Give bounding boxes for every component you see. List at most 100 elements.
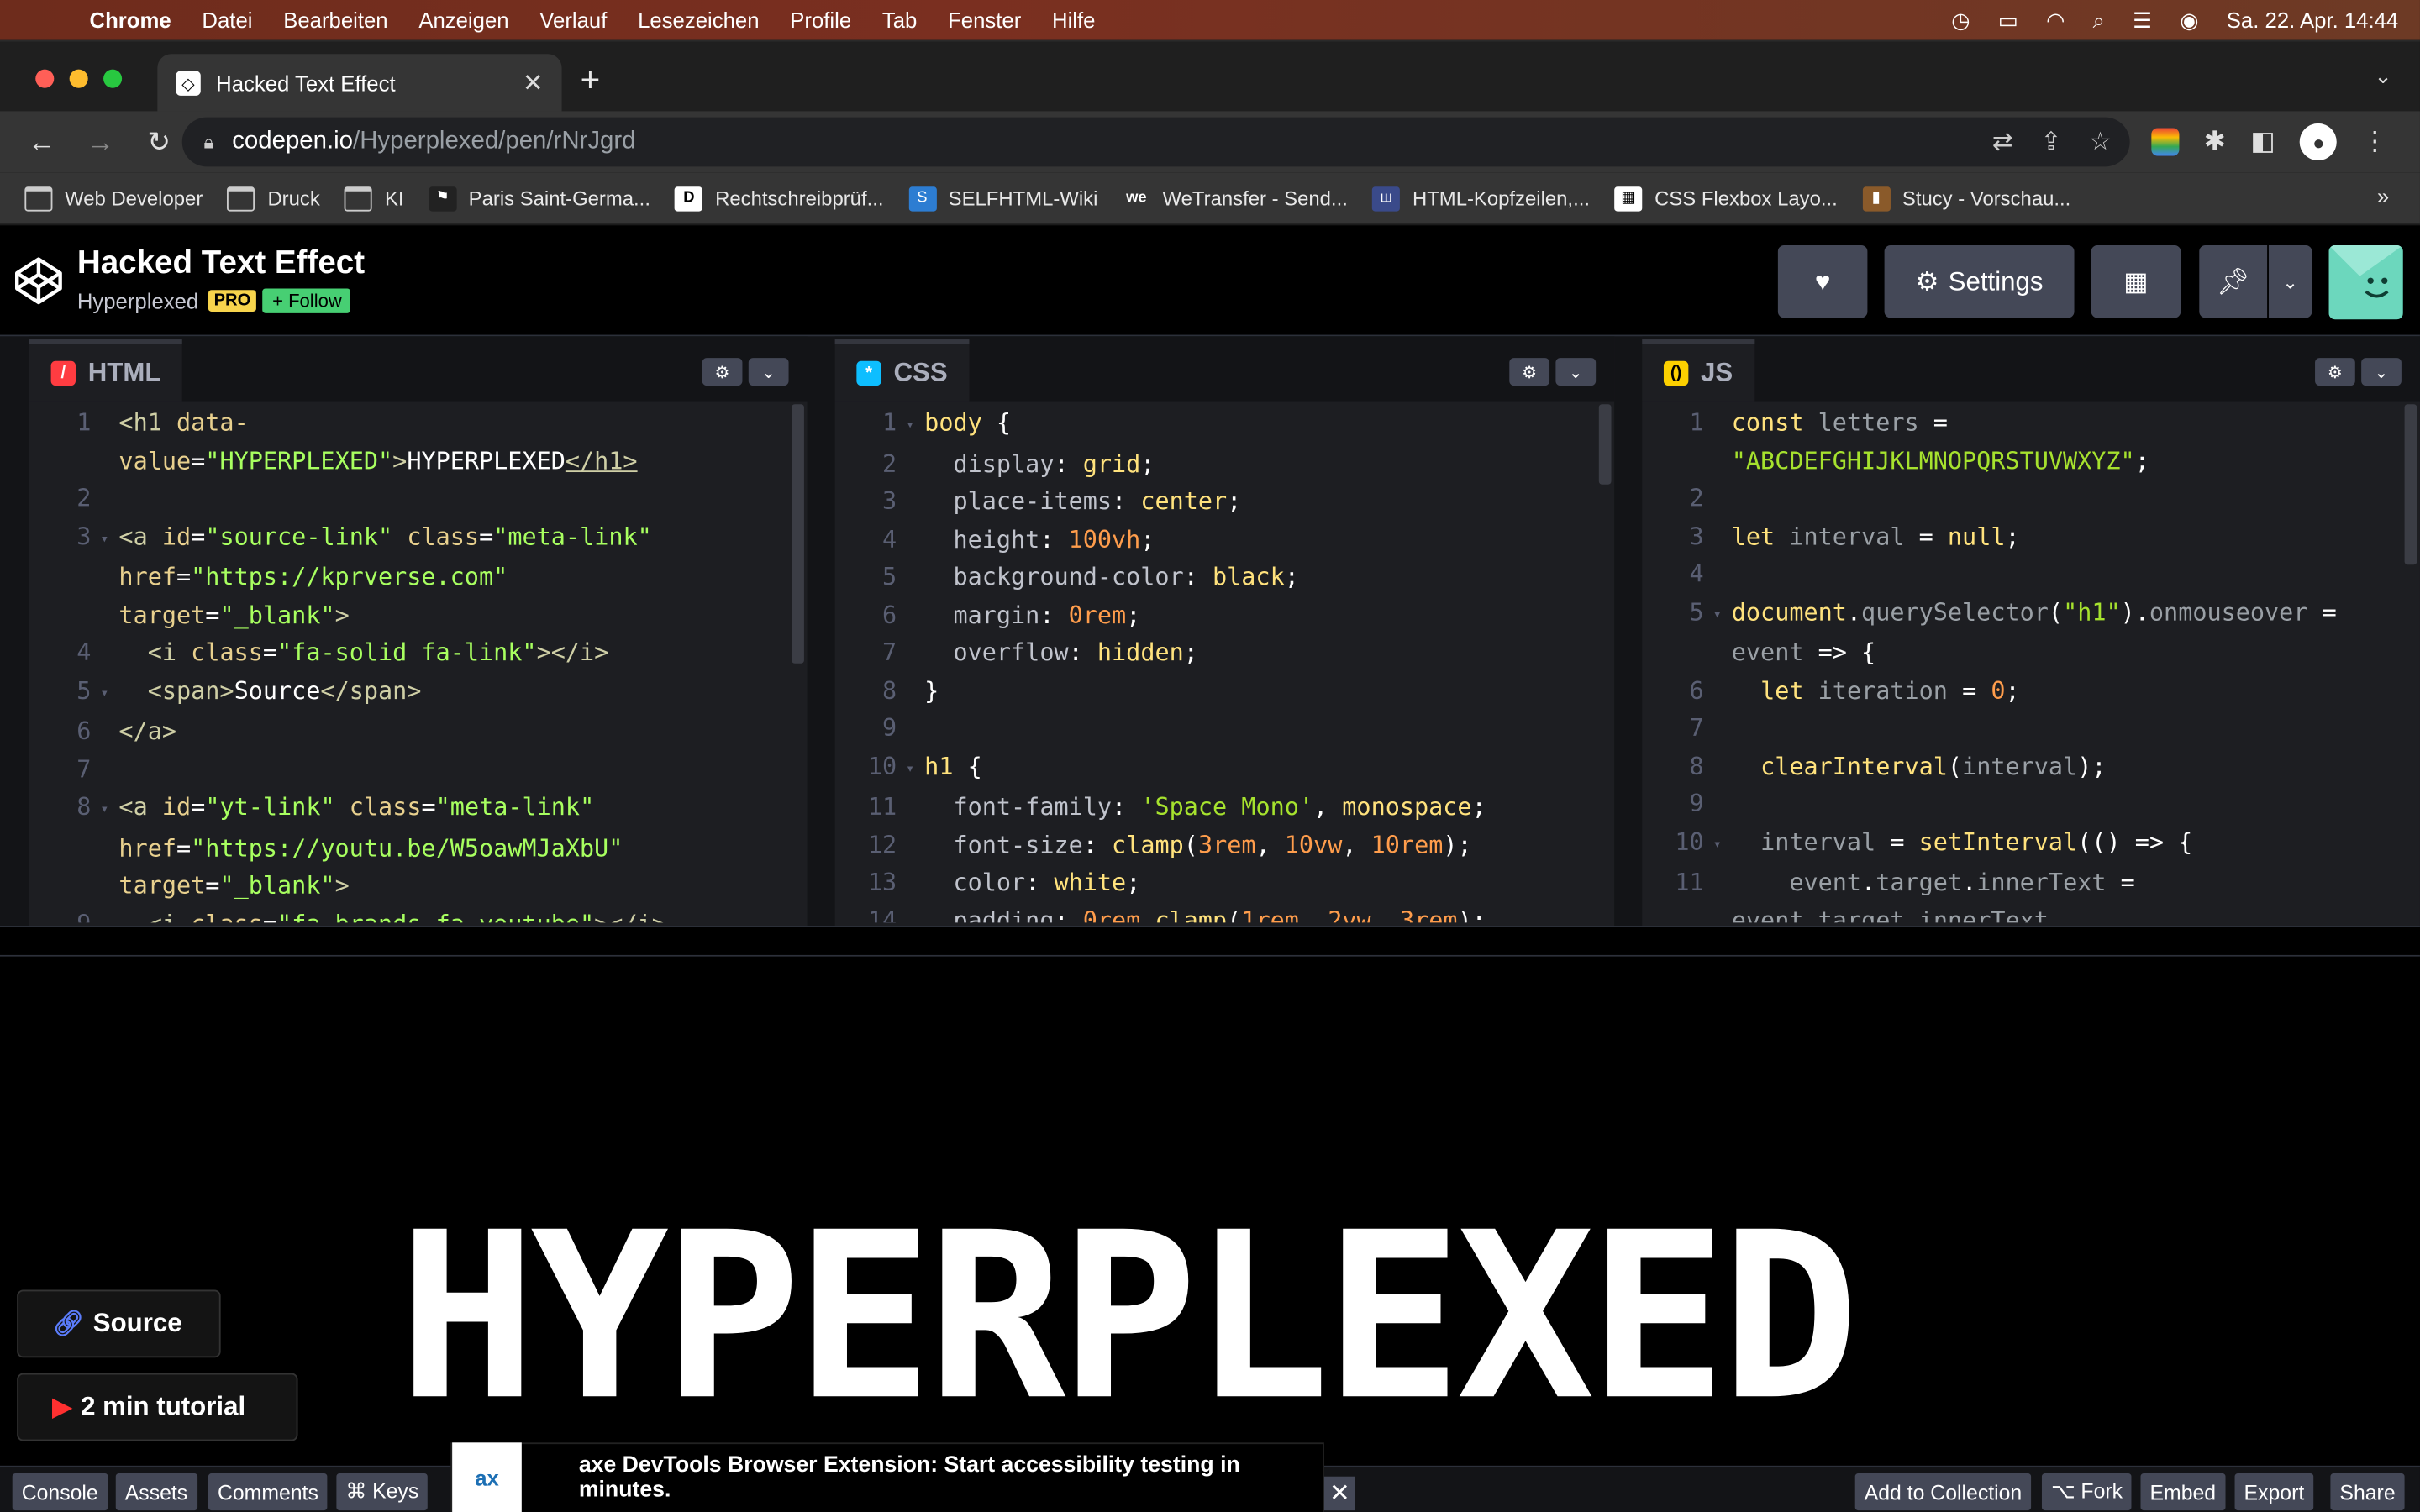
share-button[interactable]: Share xyxy=(2330,1473,2405,1511)
panel-header xyxy=(1642,336,2420,402)
profile-avatar-icon[interactable]: ● xyxy=(2300,123,2338,161)
psg-favicon-icon: ⚑ xyxy=(428,186,456,211)
bookmark-link[interactable]: ▮ Stucy - Vorschau... xyxy=(1862,186,2070,211)
css-scrollbar[interactable] xyxy=(1598,404,1612,485)
js-panel-tab[interactable]: () JS xyxy=(1642,339,1754,402)
pin-button[interactable]: 📌︎ xyxy=(2199,245,2268,318)
bookmark-link[interactable]: D Rechtschreibprüf... xyxy=(675,186,884,211)
close-window-button[interactable] xyxy=(35,69,55,88)
bookmark-link[interactable]: S SELFHTML-Wiki xyxy=(908,186,1097,211)
heart-button[interactable]: ♥ xyxy=(1777,245,1868,318)
close-tab-icon[interactable]: ✕ xyxy=(523,68,544,99)
extensions-puzzle-icon[interactable]: ✱ xyxy=(2204,127,2226,158)
codepen-logo-icon[interactable] xyxy=(13,255,65,307)
browser-tab-active[interactable]: ◇ Hacked Text Effect ✕ xyxy=(157,54,562,113)
menu-item[interactable]: Fenster xyxy=(948,8,1021,32)
menu-item[interactable]: Verlauf xyxy=(539,8,607,32)
chevron-down-icon: ⌄ xyxy=(2282,270,2298,293)
editor-area: / HTML ⚙ ⌄ 1 <h1 data- value="HYPERPLEXED… xyxy=(0,336,2420,927)
side-panel-icon[interactable]: ◧ xyxy=(2250,127,2275,158)
share-icon[interactable]: ⇪ xyxy=(2041,127,2062,158)
bookmark-folder[interactable]: KI xyxy=(345,186,404,211)
embed-button[interactable]: Embed xyxy=(2140,1473,2226,1511)
link-icon: 🔗︎ xyxy=(52,1311,84,1338)
menu-app-name[interactable]: Chrome xyxy=(90,8,171,32)
pin-dropdown-button[interactable]: ⌄ xyxy=(2268,245,2312,318)
bookmark-folder[interactable]: Web Developer xyxy=(24,186,203,211)
menu-item[interactable]: Anzeigen xyxy=(418,8,508,32)
minimize-window-button[interactable] xyxy=(69,69,88,88)
tab-search-chevron-icon[interactable]: ⌄ xyxy=(2374,63,2392,89)
html-panel-tab[interactable]: / HTML xyxy=(29,339,183,402)
wifi-icon[interactable]: ◠ xyxy=(2046,7,2065,33)
hyperplexed-heading[interactable]: HYPERPLEXED xyxy=(398,1185,1860,1452)
address-bar[interactable]: 🔒︎ codepen.io /Hyperplexed/pen/rNrJgrd ⇄… xyxy=(182,117,2130,167)
browser-toolbar: ← → ↻ 🔒︎ codepen.io /Hyperplexed/pen/rNr… xyxy=(0,111,2420,173)
tutorial-link[interactable]: ▶ 2 min tutorial xyxy=(17,1373,298,1441)
menu-item[interactable]: Tab xyxy=(882,8,917,32)
menubar-clock[interactable]: Sa. 22. Apr. 14:44 xyxy=(2227,8,2398,32)
panel-settings-icon[interactable]: ⚙ xyxy=(2315,358,2355,386)
css-panel-tab[interactable]: * CSS xyxy=(834,339,970,402)
pin-icon: 📌︎ xyxy=(2216,265,2250,296)
menu-item[interactable]: Datei xyxy=(202,8,252,32)
zoom-window-button[interactable] xyxy=(103,69,123,88)
css-code[interactable]: 1 ▾ body { 2 display: grid; 3 place-items:… xyxy=(835,404,1615,923)
settings-button[interactable]: ⚙ Settings xyxy=(1884,245,2075,318)
browser-tab-bar: ◇ Hacked Text Effect ✕ + ⌄ xyxy=(0,39,2420,113)
menu-item[interactable]: Lesezeichen xyxy=(638,8,759,32)
close-ad-icon[interactable]: ✕ xyxy=(1323,1476,1355,1511)
js-braces-icon: () xyxy=(1663,360,1689,386)
user-avatar[interactable] xyxy=(2328,245,2403,320)
change-view-button[interactable]: ▦ xyxy=(2091,245,2181,318)
translate-icon[interactable]: ⇄ xyxy=(1992,127,2013,158)
menu-item[interactable]: Hilfe xyxy=(1052,8,1095,32)
html-code[interactable]: 1 <h1 data- value="HYPERPLEXED">HYPERPLEX… xyxy=(29,404,808,923)
export-button[interactable]: Export xyxy=(2234,1473,2314,1511)
panel-collapse-icon[interactable]: ⌄ xyxy=(2361,358,2402,386)
bookmark-star-icon[interactable]: ☆ xyxy=(2089,127,2111,158)
forward-arrow-icon[interactable]: → xyxy=(83,126,117,159)
menu-item[interactable]: Profile xyxy=(790,8,851,32)
js-scrollbar[interactable] xyxy=(2404,404,2417,565)
html-scrollbar[interactable] xyxy=(792,404,804,664)
bookmark-link[interactable]: ш HTML-Kopfzeilen,... xyxy=(1372,186,1590,211)
chrome-menu-icon[interactable]: ⋮ xyxy=(2362,127,2388,158)
bookmark-link[interactable]: ⚑ Paris Saint-Germa... xyxy=(428,186,650,211)
panel-collapse-icon[interactable]: ⌄ xyxy=(748,358,789,386)
source-link[interactable]: 🔗︎ Source xyxy=(17,1289,221,1358)
follow-button[interactable]: + Follow xyxy=(263,288,351,313)
new-tab-icon[interactable]: + xyxy=(581,60,601,101)
time-machine-icon[interactable]: ◷ xyxy=(1951,7,1970,33)
console-button[interactable]: Console xyxy=(12,1473,108,1511)
axe-devtools-ad[interactable]: ax axe DevTools Browser Extension: Start… xyxy=(450,1442,1324,1512)
avatar-face-icon xyxy=(2328,245,2403,320)
bookmark-link[interactable]: ▦ CSS Flexbox Layo... xyxy=(1614,186,1838,211)
js-code[interactable]: 1 const letters = "ABCDEFGHIJKLMNOPQRSTUV… xyxy=(1642,404,2420,923)
comments-button[interactable]: Comments xyxy=(208,1473,328,1511)
search-icon[interactable]: ⌕ xyxy=(2093,7,2105,33)
panel-settings-icon[interactable]: ⚙ xyxy=(702,358,743,386)
menu-item[interactable]: Bearbeiten xyxy=(283,8,387,32)
panel-settings-icon[interactable]: ⚙ xyxy=(1509,358,1550,386)
lock-icon[interactable]: 🔒︎ xyxy=(203,130,213,154)
control-center-icon[interactable]: ☰ xyxy=(2133,7,2152,33)
resize-divider[interactable] xyxy=(0,926,2420,957)
panel-collapse-icon[interactable]: ⌄ xyxy=(1555,358,1597,386)
extension-color-icon[interactable] xyxy=(2151,128,2180,156)
add-to-collection-button[interactable]: Add to Collection xyxy=(1854,1473,2032,1511)
battery-icon[interactable]: ▭ xyxy=(1998,7,2018,33)
siri-icon[interactable]: ◉ xyxy=(2180,7,2198,33)
back-arrow-icon[interactable]: ← xyxy=(24,126,58,159)
reload-icon[interactable]: ↻ xyxy=(142,126,176,159)
pen-title[interactable]: Hacked Text Effect xyxy=(77,245,365,282)
fork-button[interactable]: ⌥ Fork xyxy=(2041,1473,2133,1511)
pro-badge: PRO xyxy=(208,290,257,312)
bookmark-folder[interactable]: Druck xyxy=(227,186,320,211)
pen-author[interactable]: Hyperplexed xyxy=(77,288,198,312)
assets-button[interactable]: Assets xyxy=(115,1473,197,1511)
keys-button[interactable]: ⌘ Keys xyxy=(336,1473,429,1511)
bookmark-link[interactable]: we WeTransfer - Send... xyxy=(1123,186,1348,210)
bookmarks-overflow-icon[interactable]: » xyxy=(2377,184,2389,208)
duden-favicon-icon: D xyxy=(675,186,703,211)
